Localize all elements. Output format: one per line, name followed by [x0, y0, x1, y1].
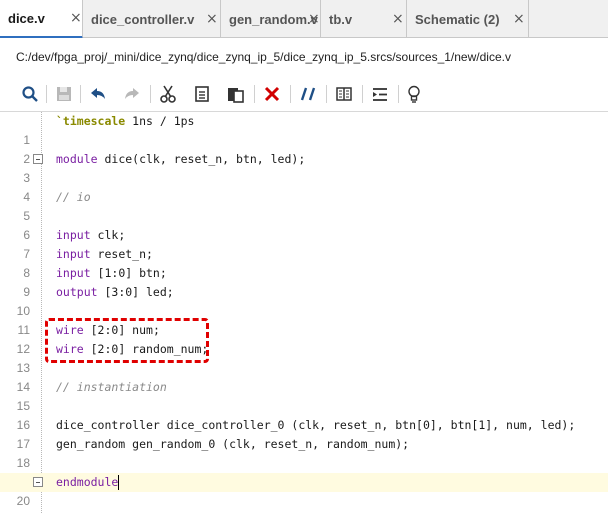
tab-dice-controller-v[interactable]: dice_controller.v × [83, 0, 221, 38]
tab-gen-random-v[interactable]: gen_random.v × [221, 0, 321, 38]
lightbulb-icon[interactable] [402, 82, 426, 106]
code-text: reset_n; [90, 247, 153, 261]
tab-dice-v[interactable]: dice.v × [0, 0, 83, 39]
toolbar-separator [362, 85, 363, 103]
code-line-4: 4 [0, 169, 608, 204]
tab-label: dice_controller.v [91, 11, 195, 27]
cut-icon[interactable] [156, 82, 180, 106]
code-line-7: 7 input clk; [0, 226, 608, 261]
toolbar-separator [150, 85, 151, 103]
tab-schematic-2[interactable]: Schematic (2) × [407, 0, 529, 38]
close-icon[interactable]: × [392, 11, 404, 27]
toolbar-separator [80, 85, 81, 103]
code-line-20: 20 endmodule [0, 473, 608, 508]
close-icon[interactable]: × [513, 11, 525, 27]
toolbar-separator [326, 85, 327, 103]
toolbar-separator [254, 85, 255, 103]
tab-label: gen_random.v [229, 11, 318, 27]
code-text: dice(clk, reset_n, btn, led); [97, 152, 306, 166]
indent-icon[interactable] [368, 82, 392, 106]
keyword-endmodule: endmodule [56, 475, 119, 489]
fold-toggle-icon[interactable] [33, 154, 43, 164]
wire-declaration-highlight [45, 318, 209, 363]
copy-icon[interactable] [190, 82, 214, 106]
tab-label: dice.v [8, 10, 45, 26]
code-line-3: 3 module dice(clk, reset_n, btn, led); [0, 150, 608, 185]
toolbar-separator [46, 85, 47, 103]
toolbar-separator [398, 85, 399, 103]
file-path: C:/dev/fpga_proj/_mini/dice_zynq/dice_zy… [16, 50, 511, 64]
code-line-8: 8 input reset_n; [0, 245, 608, 280]
fold-toggle-icon[interactable] [33, 477, 43, 487]
tab-label: Schematic (2) [415, 11, 500, 27]
code-text: gen_random gen_random_0 (clk, reset_n, r… [56, 437, 410, 451]
code-text: [3:0] led; [97, 285, 174, 299]
code-text: dice_controller dice_controller_0 (clk, … [56, 418, 576, 432]
code-line-16: 16 [0, 397, 608, 432]
code-text: clk; [90, 228, 126, 242]
close-icon[interactable]: × [206, 11, 218, 27]
keyword-module: module [56, 152, 98, 166]
code-line-19: 19 [0, 454, 608, 489]
code-text: 1ns / 1ps [125, 114, 195, 128]
text-cursor [118, 475, 120, 490]
redo-icon[interactable] [120, 82, 144, 106]
code-editor[interactable]: 1 `timescale 1ns / 1ps 2 3 module dice(c… [0, 112, 608, 513]
close-icon[interactable]: × [308, 11, 320, 27]
keyword-input: input [56, 247, 91, 261]
save-icon[interactable] [52, 82, 76, 106]
comment-io: // io [56, 190, 91, 204]
code-line-10: 10 output [3:0] led; [0, 283, 608, 318]
toolbar-separator [290, 85, 291, 103]
code-line-5: 5 // io [0, 188, 608, 223]
paste-icon[interactable] [224, 82, 248, 106]
code-line-18: 18 gen_random gen_random_0 (clk, reset_n… [0, 435, 608, 470]
search-icon[interactable] [18, 82, 42, 106]
code-line-1: 1 `timescale 1ns / 1ps [0, 112, 608, 147]
code-line-17: 17 dice_controller dice_controller_0 (cl… [0, 416, 608, 451]
editor-toolbar [0, 76, 608, 112]
keyword-input: input [56, 266, 91, 280]
line-number: 20 [16, 494, 30, 508]
keyword-input: input [56, 228, 91, 242]
undo-icon[interactable] [86, 82, 110, 106]
comment-instantiation: // instantiation [56, 380, 167, 394]
file-path-bar: C:/dev/fpga_proj/_mini/dice_zynq/dice_zy… [0, 38, 608, 76]
comment-icon[interactable] [296, 82, 320, 106]
code-line-15: 15 // instantiation [0, 378, 608, 413]
editor-tab-bar: dice.v × dice_controller.v × gen_random.… [0, 0, 608, 39]
close-icon[interactable]: × [70, 10, 82, 26]
code-text: [1:0] btn; [90, 266, 167, 280]
tab-label: tb.v [329, 11, 353, 27]
columns-icon[interactable] [332, 82, 356, 106]
timescale-directive: `timescale [56, 114, 126, 128]
tab-tb-v[interactable]: tb.v × [321, 0, 407, 38]
code-line-6: 6 [0, 207, 608, 242]
delete-icon[interactable] [260, 82, 284, 106]
code-line-2: 2 [0, 131, 608, 166]
keyword-output: output [56, 285, 98, 299]
code-line-9: 9 input [1:0] btn; [0, 264, 608, 299]
